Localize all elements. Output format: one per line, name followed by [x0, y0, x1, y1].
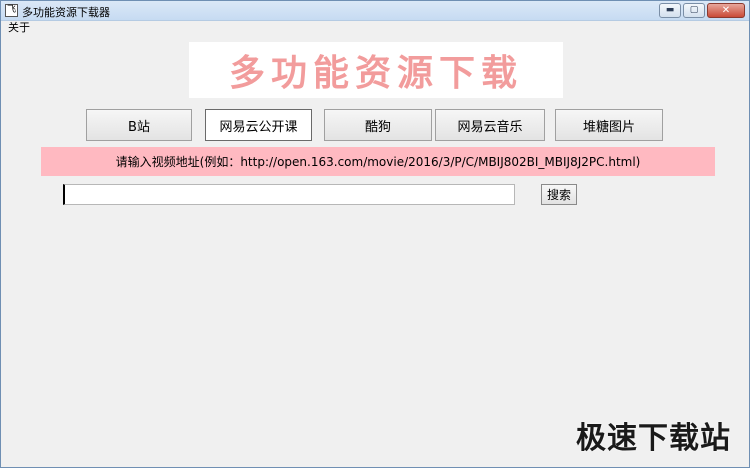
tab-netease-open-course[interactable]: 网易云公开课: [205, 109, 312, 141]
menu-item-about[interactable]: 关于: [8, 21, 30, 34]
url-hint-text: 请输入视频地址(例如：http://open.163.com/movie/201…: [115, 155, 641, 169]
tab-duitang-images[interactable]: 堆糖图片: [555, 109, 663, 141]
search-button[interactable]: 搜索: [541, 184, 577, 205]
title-bar[interactable]: 飞 多功能资源下载器 ▬ ▢ ✕: [1, 1, 749, 21]
banner-logo: 多功能资源下载: [189, 42, 563, 98]
tab-netease-music[interactable]: 网易云音乐: [435, 109, 545, 141]
app-window: 飞 多功能资源下载器 ▬ ▢ ✕ 关于 多功能资源下载 B站 网易云公开课 酷狗…: [0, 0, 750, 468]
url-input[interactable]: [63, 184, 515, 205]
minimize-button[interactable]: ▬: [659, 3, 681, 18]
tab-kugou[interactable]: 酷狗: [324, 109, 432, 141]
window-controls: ▬ ▢ ✕: [659, 3, 745, 19]
app-icon: 飞: [5, 4, 18, 17]
banner-title: 多功能资源下载: [228, 53, 523, 94]
window-title: 多功能资源下载器: [22, 6, 110, 19]
url-hint-banner: 请输入视频地址(例如：http://open.163.com/movie/201…: [41, 147, 715, 176]
tab-bilibili[interactable]: B站: [86, 109, 192, 141]
maximize-button[interactable]: ▢: [683, 3, 705, 18]
close-button[interactable]: ✕: [707, 3, 745, 18]
menu-bar: 关于: [1, 21, 749, 34]
watermark: 极速下载站: [576, 421, 731, 456]
